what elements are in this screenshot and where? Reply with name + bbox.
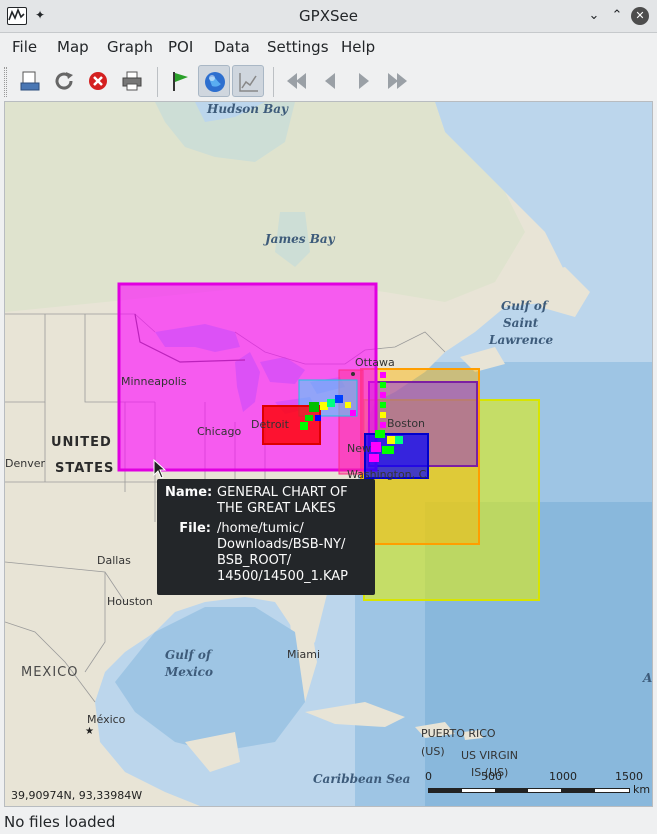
- next-file-icon: [359, 73, 369, 89]
- map-label-dallas: Dallas: [97, 554, 131, 567]
- toolbar-separator: [157, 67, 158, 97]
- map-label-united: UNITED: [51, 435, 112, 450]
- map-label-mexico: MEXICO: [21, 665, 79, 680]
- menu-help[interactable]: Help: [341, 38, 375, 56]
- open-file-icon: [20, 71, 40, 91]
- open-file-button[interactable]: [14, 65, 46, 97]
- toolbar: [0, 61, 657, 101]
- menu-map[interactable]: Map: [57, 38, 89, 56]
- reload-button[interactable]: [48, 65, 80, 97]
- map-label-miami: Miami: [287, 648, 321, 661]
- close-window-button[interactable]: ✕: [631, 7, 649, 25]
- show-poi-icon: [173, 72, 188, 91]
- scale-bar: 0 500 1000 1500 km: [423, 770, 651, 802]
- show-map-button[interactable]: [198, 65, 230, 97]
- map-label-denver: Denver: [5, 457, 46, 470]
- map-label-caribbean-sea: Caribbean Sea: [313, 772, 411, 786]
- minimize-button[interactable]: ⌄: [585, 7, 603, 25]
- mexico-city-star: ★: [85, 726, 94, 737]
- last-file-button[interactable]: [382, 65, 414, 97]
- tooltip-name-key: Name:: [165, 485, 213, 500]
- map-label-gulf-st-lawrence-2: Saint: [503, 316, 539, 330]
- map-label-puerto-rico-2: (US): [421, 745, 445, 758]
- scale-tick-0: 0: [425, 770, 432, 783]
- map-label-hudson-bay: Hudson Bay: [207, 102, 289, 116]
- show-map-icon: [205, 72, 225, 92]
- status-text: No files loaded: [4, 813, 116, 831]
- title-bar: ✦ GPXSee ⌄ ⌃ ✕: [0, 0, 657, 33]
- map-view[interactable]: ★ Hudson Bay James Bay Gulf of Saint Law…: [4, 101, 653, 807]
- cursor-coordinates: 39,90974N, 93,33984W: [11, 789, 143, 802]
- status-bar: No files loaded: [0, 808, 657, 834]
- map-canvas[interactable]: ★: [5, 102, 653, 807]
- show-graphs-button[interactable]: [232, 65, 264, 97]
- show-graphs-icon: [239, 73, 258, 92]
- tooltip-file-key: File:: [179, 521, 211, 536]
- first-file-button[interactable]: [280, 65, 312, 97]
- toolbar-grip[interactable]: [4, 67, 7, 97]
- map-label-gulf-st-lawrence-3: Lawrence: [489, 333, 554, 347]
- previous-file-icon: [325, 73, 335, 89]
- maximize-button[interactable]: ⌃: [608, 7, 626, 25]
- map-label-james-bay: James Bay: [265, 232, 335, 246]
- ottawa-marker: [351, 372, 355, 376]
- previous-file-button[interactable]: [314, 65, 346, 97]
- map-label-puerto-rico-1: PUERTO RICO: [421, 727, 496, 740]
- scale-unit: km: [633, 783, 651, 796]
- menu-poi[interactable]: POI: [168, 38, 193, 56]
- map-label-gulf-mexico-1: Gulf of: [165, 648, 212, 662]
- last-file-icon: [388, 73, 407, 89]
- print-button[interactable]: [116, 65, 148, 97]
- map-label-minneapolis: Minneapolis: [121, 375, 187, 388]
- map-label-mexico-city: México: [87, 713, 126, 726]
- map-label-atlantic: A: [643, 671, 653, 685]
- scale-bar-graphic: [428, 788, 630, 793]
- scale-tick-1500: 1500: [615, 770, 643, 783]
- scale-tick-500: 500: [481, 770, 502, 783]
- map-label-houston: Houston: [107, 595, 153, 608]
- menu-settings[interactable]: Settings: [267, 38, 329, 56]
- menu-data[interactable]: Data: [214, 38, 250, 56]
- show-poi-button[interactable]: [164, 65, 196, 97]
- tooltip-file-value: /home/tumic/ Downloads/BSB-NY/ BSB_ROOT/…: [217, 521, 349, 584]
- mouse-cursor-icon: [153, 459, 167, 479]
- map-label-states: STATES: [55, 461, 115, 476]
- map-label-boston: Boston: [387, 417, 426, 430]
- next-file-button[interactable]: [348, 65, 380, 97]
- menu-bar: File Map Graph POI Data Settings Help: [0, 33, 657, 61]
- close-file-icon: [89, 72, 107, 90]
- print-icon: [122, 71, 142, 91]
- reload-icon: [55, 72, 73, 90]
- menu-graph[interactable]: Graph: [107, 38, 153, 56]
- scale-tick-1000: 1000: [549, 770, 577, 783]
- close-file-button[interactable]: [82, 65, 114, 97]
- map-label-detroit: Detroit: [251, 418, 289, 431]
- toolbar-separator: [273, 67, 274, 97]
- map-label-ottawa: Ottawa: [355, 356, 395, 369]
- window-title: GPXSee: [299, 7, 358, 25]
- map-label-gulf-st-lawrence-1: Gulf of: [501, 299, 548, 313]
- tooltip-name-value: GENERAL CHART OF THE GREAT LAKES: [217, 485, 348, 516]
- first-file-icon: [287, 73, 306, 89]
- menu-file[interactable]: File: [12, 38, 37, 56]
- map-label-chicago: Chicago: [197, 425, 242, 438]
- map-label-gulf-mexico-2: Mexico: [165, 665, 213, 679]
- chart-tooltip: Name: GENERAL CHART OF THE GREAT LAKES F…: [157, 479, 375, 595]
- map-label-new-york: New: [347, 442, 371, 455]
- map-label-virgin-1: US VIRGIN: [461, 749, 518, 762]
